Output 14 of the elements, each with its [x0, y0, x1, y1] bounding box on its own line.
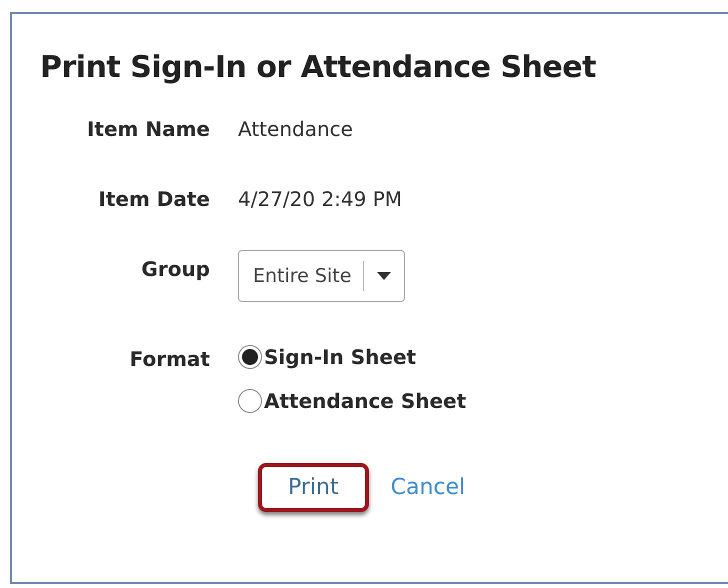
field-value: 4/27/20 2:49 PM	[238, 186, 404, 213]
radio-icon[interactable]	[238, 345, 262, 369]
field-label: Format	[128, 346, 210, 373]
radio-icon[interactable]	[238, 389, 262, 413]
field-label: Item Name	[86, 116, 210, 143]
radio-option[interactable]: Attendance Sheet	[238, 389, 728, 413]
print-button[interactable]: Print	[258, 463, 369, 512]
radio-option[interactable]: Sign-In Sheet	[238, 345, 728, 369]
field-label: Item Date	[97, 186, 210, 213]
field-label: Group	[140, 256, 210, 283]
dialog-title: Print Sign-In or Attendance Sheet	[40, 50, 597, 85]
group-dropdown[interactable]: Entire Site	[238, 250, 406, 302]
field-value: Attendance	[238, 116, 354, 143]
caret-icon	[376, 271, 392, 281]
